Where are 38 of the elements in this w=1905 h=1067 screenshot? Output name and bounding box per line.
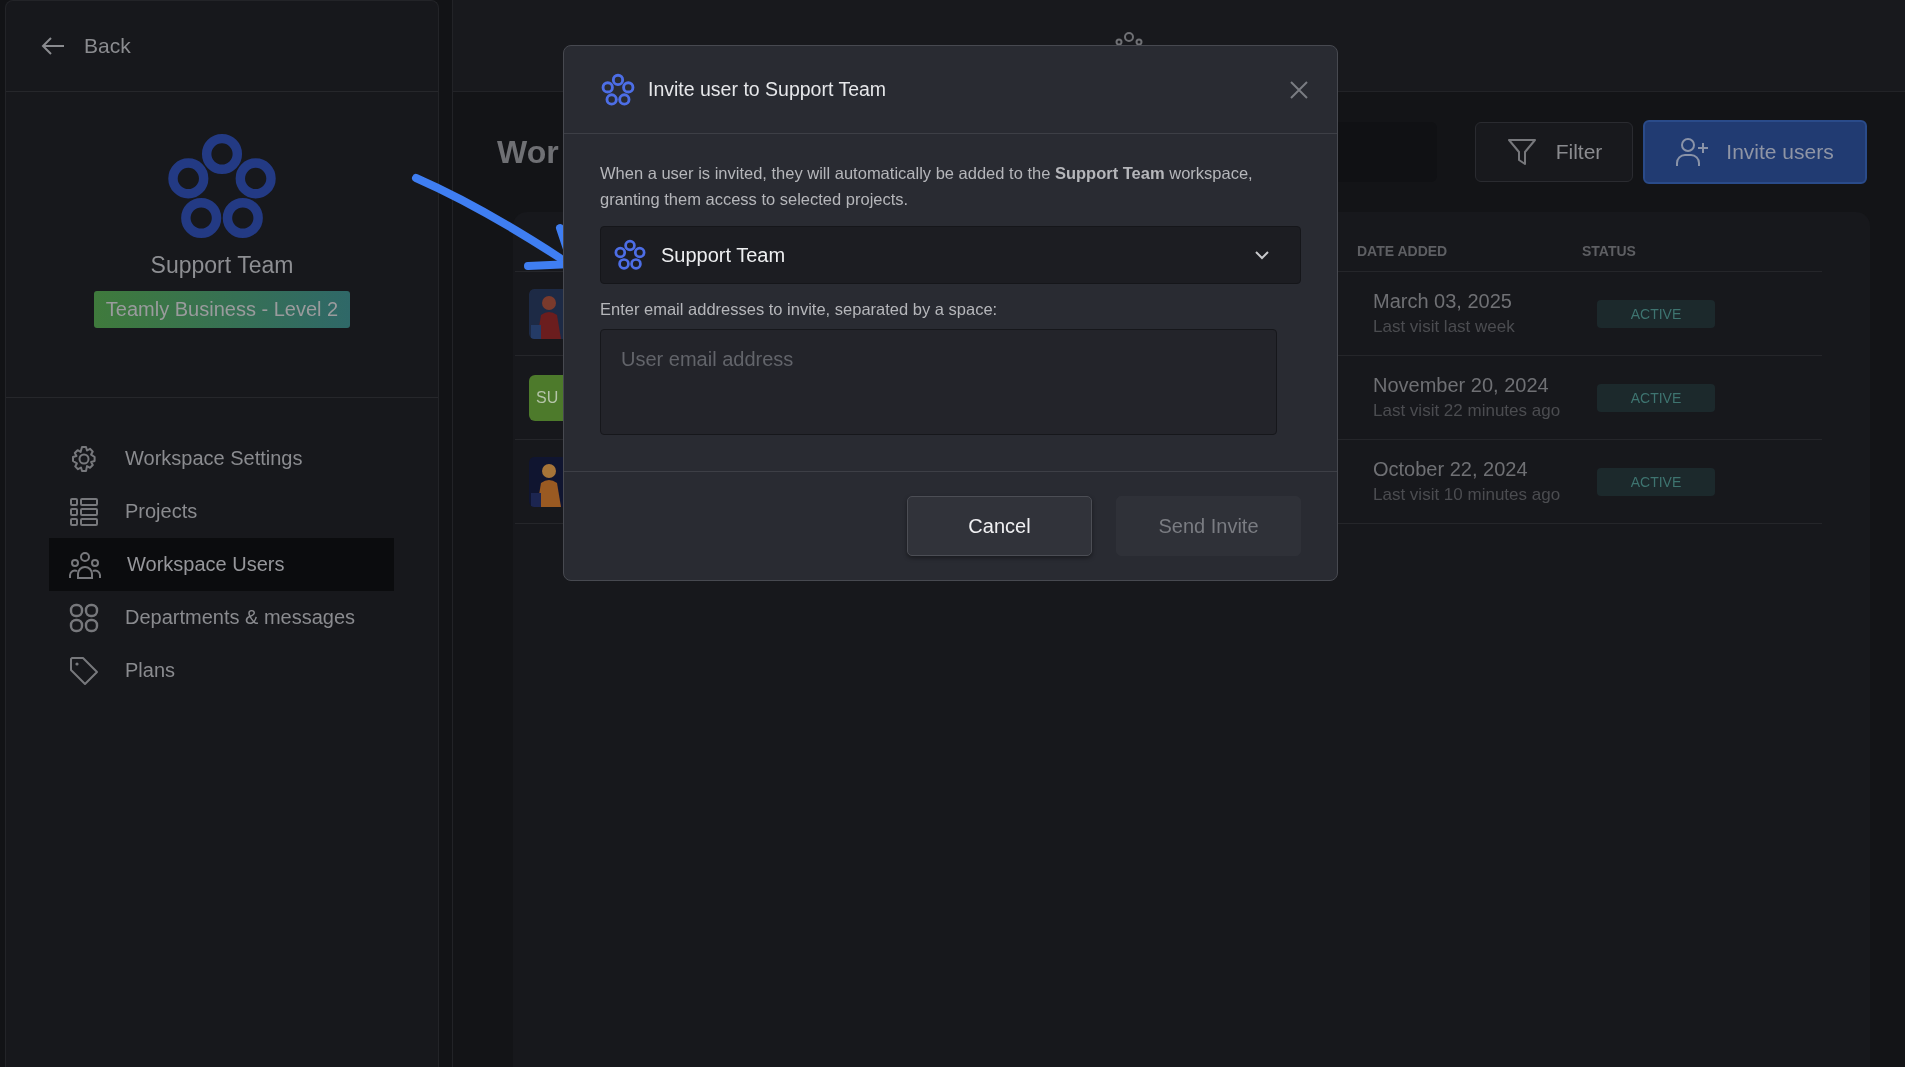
workspace-select[interactable]: Support Team (600, 226, 1301, 284)
arrow-left-icon (40, 35, 66, 57)
column-header: STATUS (1582, 243, 1637, 259)
plan-badge: Teamly Business - Level 2 (93, 291, 351, 328)
date-added: November 20, 2024 (1373, 374, 1550, 397)
list-icon (69, 496, 99, 527)
workspace-name: Support Team (150, 252, 294, 279)
gear-icon (69, 443, 99, 474)
users-icon (1114, 32, 1144, 45)
status-badge: ACTIVE (1597, 467, 1715, 496)
chevron-down-icon (1254, 250, 1270, 260)
sidebar-item[interactable]: Plans (49, 644, 394, 697)
grid-icon (69, 602, 99, 633)
sidebar-item[interactable]: Workspace Settings (49, 432, 394, 485)
invite-users-button[interactable]: Invite users (1643, 120, 1867, 184)
users-icon (69, 549, 101, 580)
sidebar-item[interactable]: Workspace Users (49, 538, 394, 591)
status-badge: ACTIVE (1597, 383, 1715, 412)
flower-logo (600, 71, 636, 108)
sidebar-item[interactable]: Departments & messages (49, 591, 394, 644)
dialog-title: Invite user to Support Team (648, 78, 888, 101)
back-button[interactable]: Back (40, 34, 131, 58)
page-title: Wor (497, 133, 559, 171)
column-header: DATE ADDED (1357, 243, 1449, 259)
date-added: October 22, 2024 (1373, 458, 1529, 481)
date-added: March 03, 2025 (1373, 290, 1513, 313)
cancel-button[interactable]: Cancel (907, 496, 1092, 556)
tag-icon (69, 655, 99, 686)
sidebar-item[interactable]: Projects (49, 485, 394, 538)
status-badge: ACTIVE (1597, 299, 1715, 328)
add-user-icon (1676, 137, 1711, 167)
filter-icon (1505, 136, 1538, 168)
filter-button[interactable]: Filter (1475, 122, 1633, 182)
flower-logo (613, 238, 647, 272)
email-field[interactable]: User email address (600, 329, 1277, 435)
dialog-description: When a user is invited, they will automatically be added to the Support Team workspace, granting them access to selected projects. (600, 163, 1254, 210)
email-label: Enter email addresses to invite, separated by a space: (600, 300, 999, 319)
close-icon[interactable] (1289, 79, 1309, 100)
